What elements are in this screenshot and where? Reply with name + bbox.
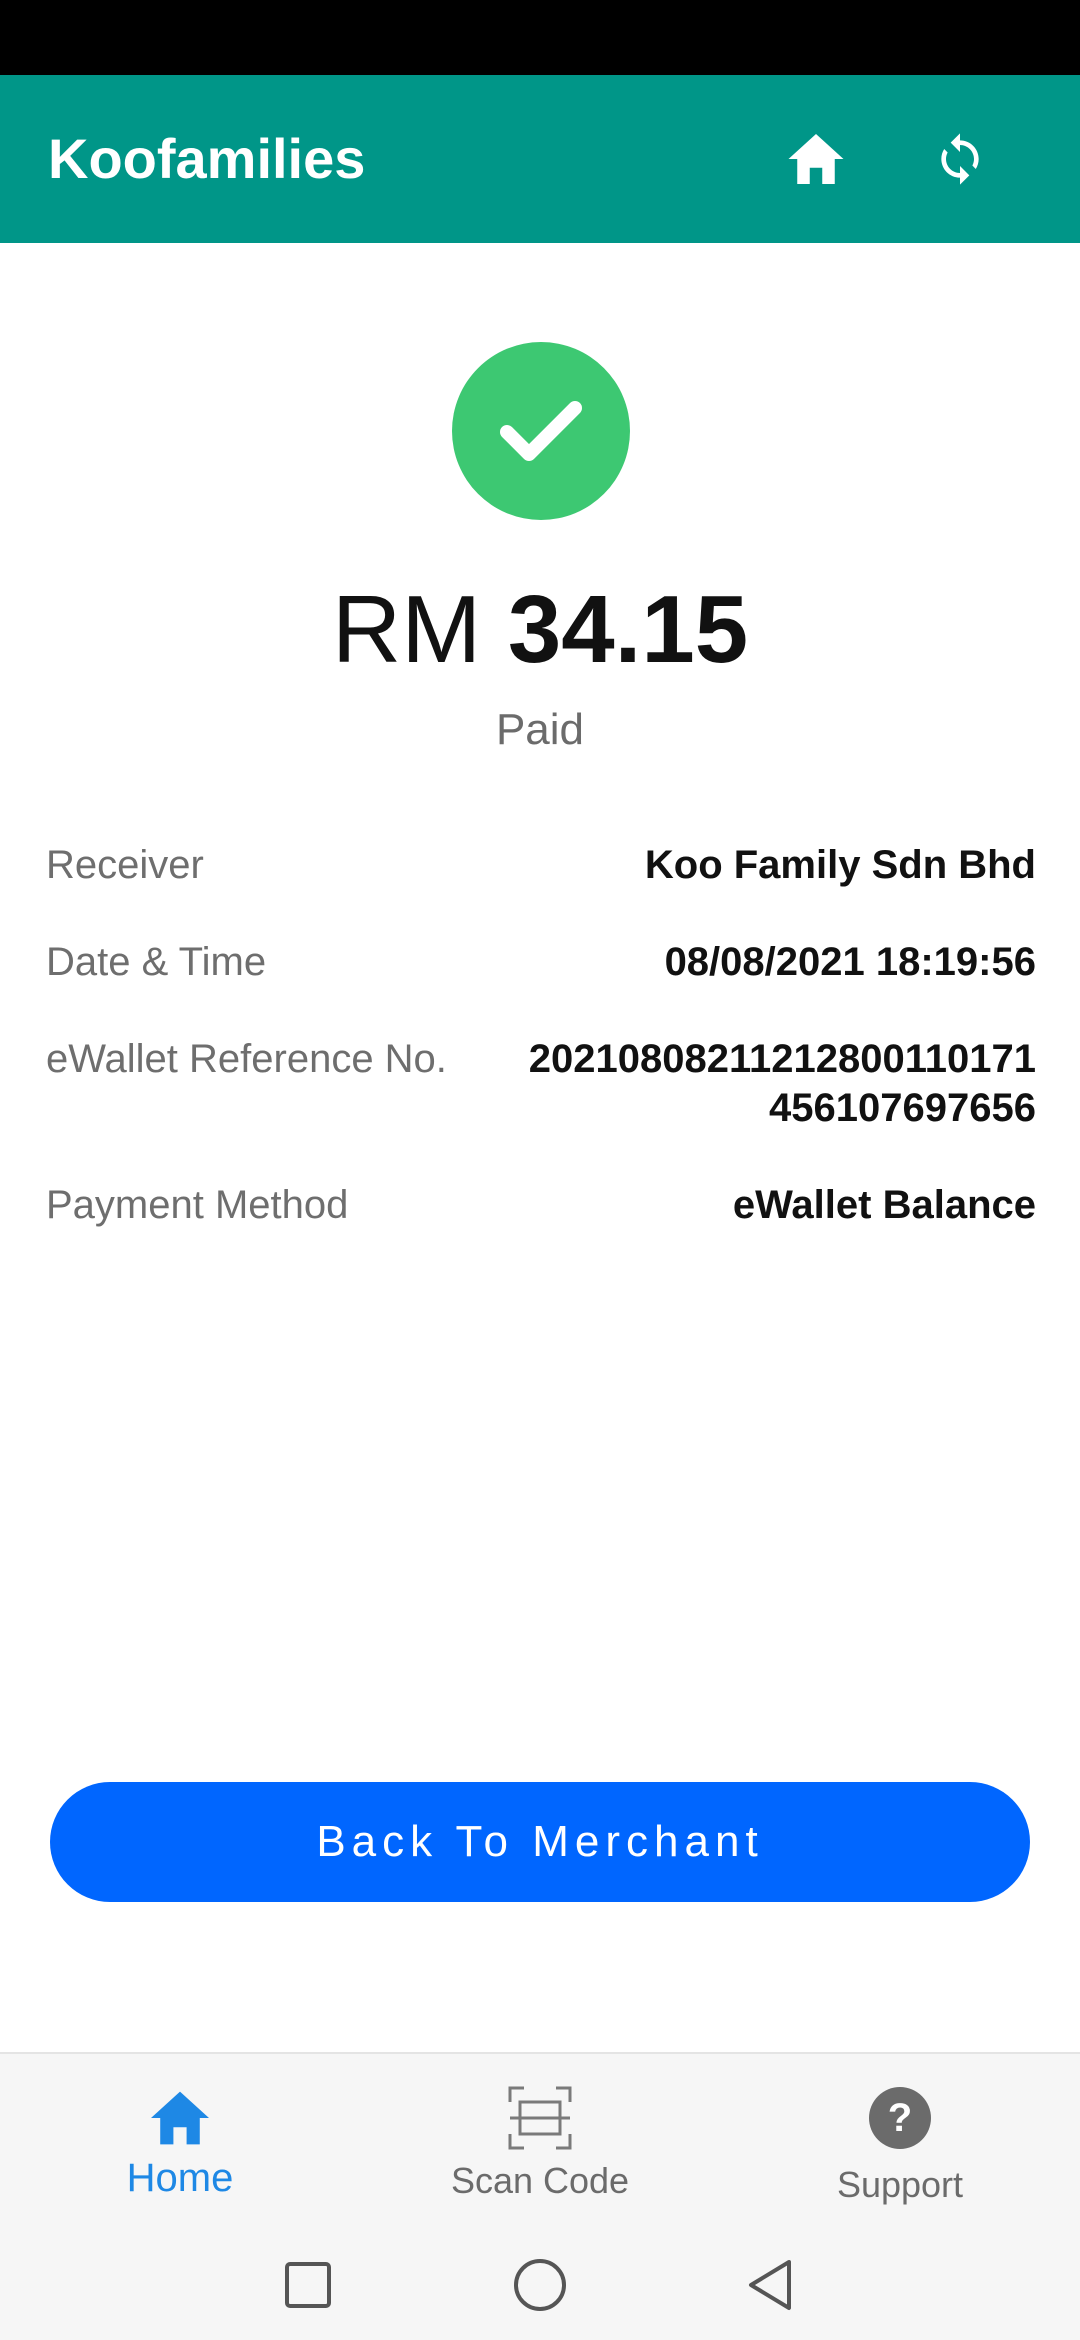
nav-label-scan-code: Scan Code bbox=[450, 2160, 630, 2201]
detail-row-receiver: Receiver Koo Family Sdn Bhd bbox=[46, 841, 1036, 890]
detail-label: Payment Method bbox=[46, 1183, 349, 1227]
back-to-merchant-button[interactable]: Back To Merchant bbox=[50, 1782, 1030, 1902]
nav-item-home[interactable]: Home bbox=[0, 2054, 360, 2232]
detail-value: Koo Family Sdn Bhd bbox=[644, 843, 1036, 887]
payment-amount: RM 34.15 bbox=[0, 575, 1080, 685]
currency-label: RM bbox=[331, 576, 482, 683]
home-icon bbox=[788, 134, 844, 184]
refresh-icon bbox=[941, 133, 979, 185]
detail-label: Receiver bbox=[46, 843, 204, 887]
detail-value: 20210808211212800110171456107697656 bbox=[528, 1037, 1036, 1130]
amount-value: 34.15 bbox=[507, 576, 749, 683]
detail-value: eWallet Balance bbox=[732, 1183, 1036, 1227]
circle-icon bbox=[514, 2259, 566, 2311]
system-back-button[interactable] bbox=[730, 2250, 810, 2320]
home-icon bbox=[151, 2091, 209, 2145]
detail-row-payment-method: Payment Method eWallet Balance bbox=[46, 1181, 1036, 1230]
refresh-button[interactable] bbox=[910, 109, 1010, 209]
detail-value: 08/08/2021 18:19:56 bbox=[664, 940, 1036, 984]
bottom-nav: Home Scan Code ? Support bbox=[0, 2052, 1080, 2232]
detail-label: eWallet Reference No. bbox=[46, 1037, 447, 1081]
status-bar bbox=[0, 0, 1080, 75]
checkmark-icon bbox=[500, 401, 582, 461]
system-nav-bar bbox=[0, 2230, 1080, 2340]
triangle-back-icon bbox=[749, 2260, 791, 2310]
recent-apps-button[interactable] bbox=[268, 2250, 348, 2320]
nav-label-home: Home bbox=[126, 2156, 234, 2200]
svg-text:?: ? bbox=[888, 2096, 912, 2140]
nav-label-support: Support bbox=[836, 2164, 964, 2205]
home-button[interactable] bbox=[766, 109, 866, 209]
detail-row-reference: eWallet Reference No. 202108082112128001… bbox=[46, 1035, 1036, 1133]
check-circle-icon bbox=[452, 342, 630, 520]
payment-status: Paid bbox=[495, 705, 585, 754]
app-bar: Koofamilies bbox=[0, 75, 1080, 243]
nav-item-support[interactable]: ? Support bbox=[720, 2054, 1080, 2232]
nav-item-scan-code[interactable]: Scan Code bbox=[360, 2054, 720, 2232]
square-icon bbox=[285, 2262, 331, 2308]
system-home-button[interactable] bbox=[500, 2250, 580, 2320]
detail-row-datetime: Date & Time 08/08/2021 18:19:56 bbox=[46, 938, 1036, 987]
help-icon: ? bbox=[869, 2087, 931, 2149]
detail-label: Date & Time bbox=[46, 940, 267, 984]
scan-code-icon bbox=[508, 2086, 572, 2150]
app-title: Koofamilies bbox=[48, 127, 366, 190]
